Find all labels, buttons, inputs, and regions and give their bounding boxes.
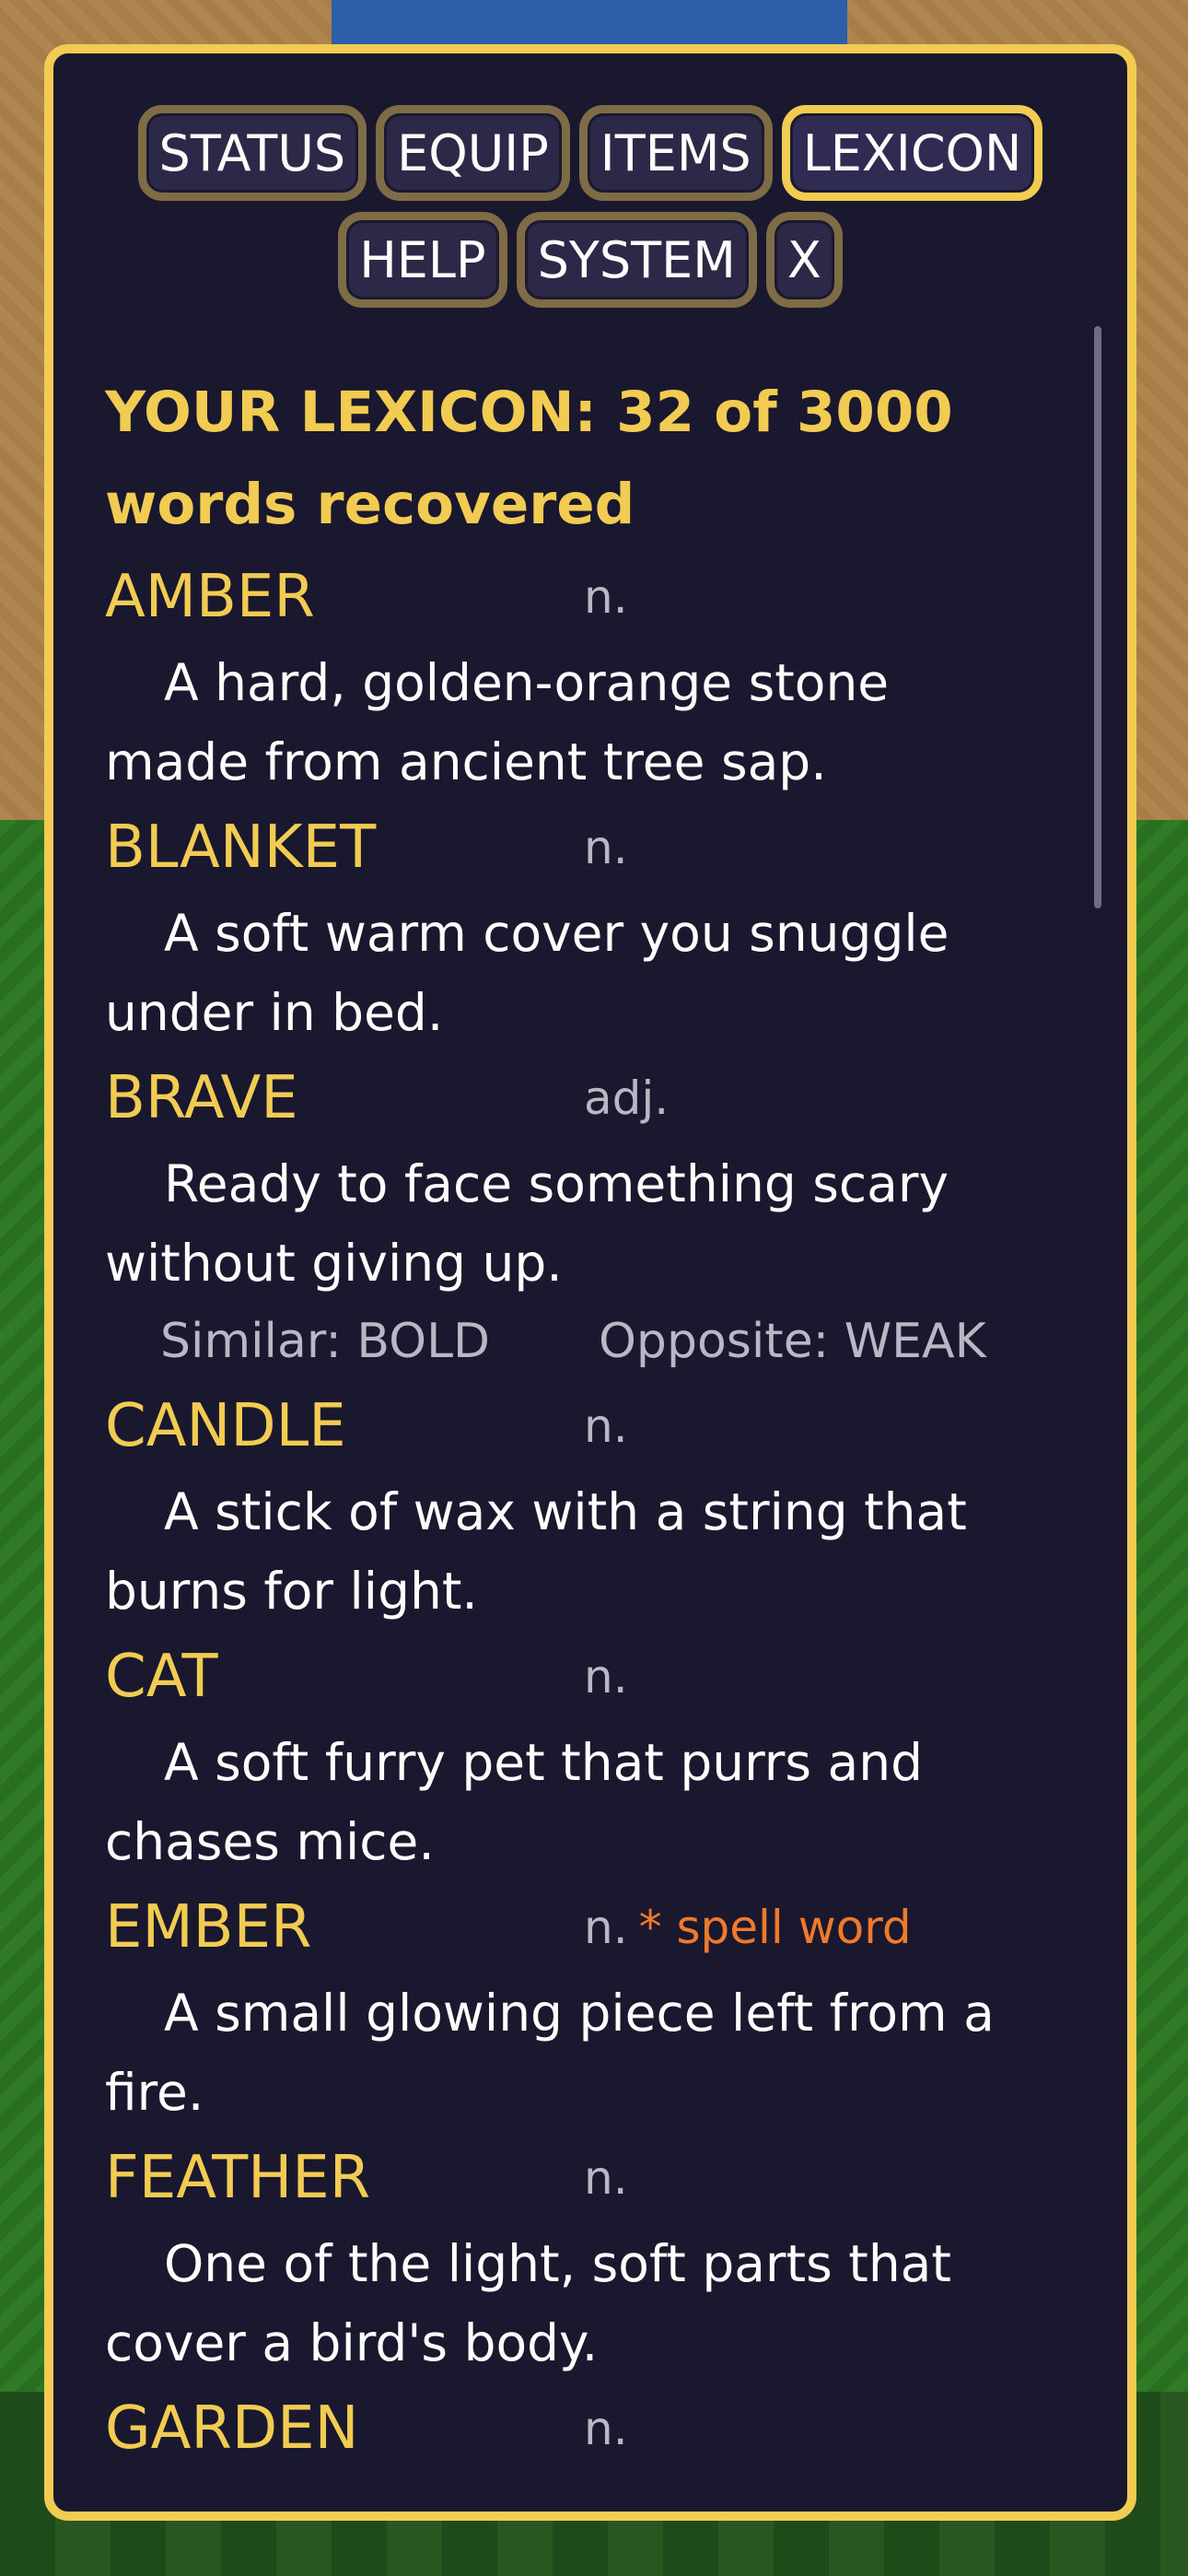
tab-row-secondary: HELP SYSTEM X [53, 212, 1127, 308]
entry-part-of-speech: n. [584, 1650, 628, 1704]
entry-pos-text: n. [584, 1901, 628, 1954]
lexicon-entry: FEATHER n. One of the light, soft parts … [105, 2132, 1063, 2383]
entry-definition: One of the light, soft parts that cover … [105, 2234, 951, 2372]
lexicon-list[interactable]: YOUR LEXICON: 32 of 3000 words recovered… [105, 367, 1063, 2509]
lexicon-entry: AMBER n. A hard, golden-orange stone mad… [105, 551, 1063, 802]
entry-part-of-speech: n. [584, 2151, 628, 2205]
entry-word: EMBER [105, 1893, 312, 1961]
spell-word-tag: * spell word [638, 1901, 912, 1954]
lexicon-entry: BRAVE adj. Ready to face something scary… [105, 1052, 1063, 1380]
scrollbar[interactable] [1094, 326, 1101, 908]
entry-part-of-speech: n. [584, 570, 628, 624]
entry-part-of-speech: adj. [584, 1071, 670, 1125]
entry-word: FEATHER [105, 2144, 371, 2212]
tab-equip[interactable]: EQUIP [376, 105, 570, 201]
entry-word: GARDEN [105, 2395, 359, 2463]
water-strip [332, 0, 847, 44]
entry-definition: Ready to face something scary without gi… [105, 1154, 949, 1293]
lexicon-heading: YOUR LEXICON: 32 of 3000 words recovered [105, 380, 953, 537]
menu-panel: STATUS EQUIP ITEMS LEXICON HELP SYSTEM X… [44, 44, 1136, 2521]
entry-definition: A stick of wax with a string that burns … [105, 1482, 967, 1621]
entry-relations: Similar: BOLD Opposite: WEAK [105, 1303, 1063, 1380]
lexicon-entry: BLANKET n. A soft warm cover you snuggle… [105, 802, 1063, 1052]
entry-word: AMBER [105, 563, 315, 631]
tab-row-primary: STATUS EQUIP ITEMS LEXICON [53, 105, 1127, 201]
entry-part-of-speech: n. [584, 1399, 628, 1453]
entry-word: BRAVE [105, 1064, 298, 1132]
entry-part-of-speech: n. [584, 821, 628, 874]
entry-word: CANDLE [105, 1392, 346, 1460]
entry-definition: A small glowing piece left from a fire. [105, 1984, 995, 2122]
entry-part-of-speech: n. * spell word [584, 1881, 912, 1973]
tab-system[interactable]: SYSTEM [516, 212, 757, 308]
tab-lexicon[interactable]: LEXICON [781, 105, 1043, 201]
lexicon-entry: CAT n. A soft furry pet that purrs and c… [105, 1631, 1063, 1881]
entry-definition: A soft warm cover you snuggle under in b… [105, 904, 949, 1042]
lexicon-entry: CANDLE n. A stick of wax with a string t… [105, 1380, 1063, 1631]
entry-part-of-speech: n. [584, 2402, 628, 2455]
tab-help[interactable]: HELP [338, 212, 507, 308]
entry-similar: Similar: BOLD [160, 1314, 491, 1369]
entry-definition: A hard, golden-orange stone made from an… [105, 653, 890, 791]
tab-status[interactable]: STATUS [137, 105, 367, 201]
lexicon-entry: GARDEN n. [105, 2383, 1063, 2475]
tab-items[interactable]: ITEMS [578, 105, 773, 201]
entry-opposite: Opposite: WEAK [599, 1314, 986, 1369]
lexicon-entry: EMBER n. * spell word A small glowing pie… [105, 1881, 1063, 2132]
close-button[interactable]: X [765, 212, 843, 308]
entry-word: CAT [105, 1643, 218, 1711]
entry-definition: A soft furry pet that purrs and chases m… [105, 1733, 923, 1871]
entry-word: BLANKET [105, 814, 377, 882]
